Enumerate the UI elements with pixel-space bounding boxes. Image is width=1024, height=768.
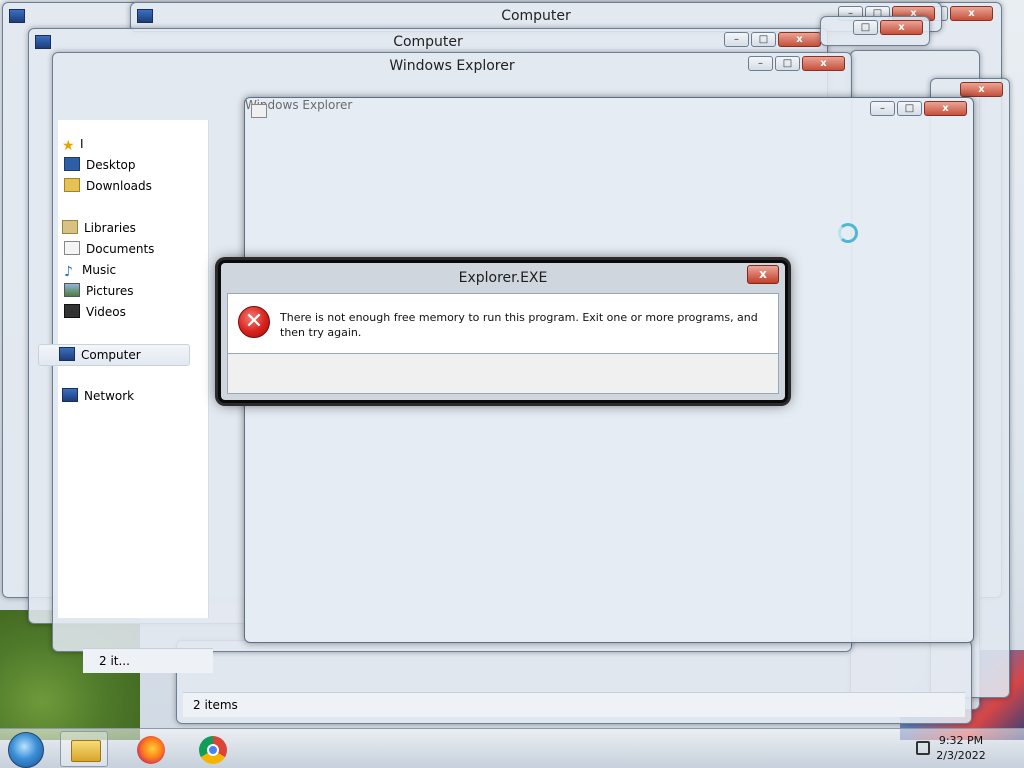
network-icon [62, 388, 78, 402]
clock-date: 2/3/2022 [936, 749, 986, 762]
star-icon: ★ [62, 138, 75, 154]
chrome-icon [199, 736, 227, 764]
status-bar: 2 it... [83, 648, 213, 673]
nav-item-pictures[interactable]: Pictures [64, 281, 134, 301]
firefox-icon [137, 736, 165, 764]
videos-icon [64, 304, 80, 318]
nav-item-music[interactable]: ♪ Music [64, 260, 116, 280]
close-button[interactable]: x [802, 56, 845, 71]
item-count: 2 it... [99, 654, 130, 668]
window-title: Windows Explorer [245, 98, 353, 112]
dialog-button-area [227, 353, 779, 394]
nav-label: I [80, 137, 84, 151]
item-count: 2 items [193, 698, 238, 712]
minimize-button[interactable]: – [870, 101, 895, 116]
computer-icon [59, 347, 75, 361]
taskbar-chrome-button[interactable] [188, 731, 236, 767]
nav-label: Pictures [86, 284, 134, 298]
busy-spinner-icon [838, 223, 858, 243]
nav-label: Downloads [86, 179, 152, 193]
clock-time: 9:32 PM [938, 734, 984, 747]
nav-label: Libraries [84, 221, 136, 235]
minimize-button[interactable]: – [748, 56, 773, 71]
computer-icon [9, 9, 25, 23]
status-bar: 2 items [183, 692, 965, 717]
nav-label: Desktop [86, 158, 136, 172]
error-icon: ✕ [238, 306, 270, 338]
nav-item-documents[interactable]: Documents [64, 239, 154, 259]
window-title: Windows Explorer [389, 58, 515, 74]
dialog-title: Explorer.EXE [458, 270, 548, 286]
pictures-icon [64, 283, 80, 297]
minimize-button[interactable]: – [724, 32, 749, 47]
close-button[interactable]: x [960, 82, 1003, 97]
nav-item-network[interactable]: Network [62, 386, 134, 406]
error-dialog: Explorer.EXE x ✕ There is not enough fre… [218, 260, 788, 403]
nav-item-libraries[interactable]: Libraries [62, 218, 136, 238]
nav-item-desktop[interactable]: Desktop [64, 155, 136, 175]
close-button[interactable]: x [880, 20, 923, 35]
maximize-button[interactable]: □ [897, 101, 922, 116]
maximize-button[interactable]: □ [751, 32, 776, 47]
downloads-icon [64, 178, 80, 192]
chrome-icon-center [207, 744, 219, 756]
taskbar-firefox-button[interactable] [126, 731, 174, 767]
nav-label: Computer [81, 348, 141, 362]
taskbar-explorer-button[interactable] [60, 731, 108, 767]
nav-label: Videos [86, 305, 126, 319]
music-icon: ♪ [64, 264, 73, 280]
maximize-button[interactable]: □ [853, 20, 878, 35]
dialog-close-button[interactable]: x [747, 265, 779, 284]
nav-label: Network [84, 389, 135, 403]
tray-clock[interactable]: 9:32 PM 2/3/2022 [926, 733, 996, 763]
folder-icon [71, 740, 101, 762]
maximize-button[interactable]: □ [775, 56, 800, 71]
documents-icon [64, 241, 80, 255]
ghost-window-bottom: 2 items [176, 640, 972, 724]
nav-item-downloads[interactable]: Downloads [64, 176, 152, 196]
start-button[interactable] [8, 732, 44, 768]
nav-favorites[interactable]: ★ I [62, 134, 84, 154]
nav-item-computer[interactable]: Computer [38, 344, 190, 366]
nav-label: Music [82, 263, 117, 277]
error-message: There is not enough free memory to run t… [280, 311, 758, 339]
libraries-icon [62, 220, 78, 234]
nav-item-videos[interactable]: Videos [64, 302, 126, 322]
close-button[interactable]: x [950, 6, 993, 21]
ghost-window-right-1: □ x [820, 16, 930, 46]
navigation-pane: ★ I Desktop Downloads Libraries Documents… [38, 120, 209, 618]
close-button[interactable]: x [924, 101, 967, 116]
desktop: – x Computer – □ x Computer – □ x □ x x [0, 0, 1024, 768]
close-button[interactable]: x [778, 32, 821, 47]
desktop-icon [64, 157, 80, 171]
window-icon [251, 104, 267, 118]
dialog-body: ✕ There is not enough free memory to run… [227, 293, 779, 354]
taskbar: 9:32 PM 2/3/2022 [0, 728, 1024, 768]
nav-label: Documents [86, 242, 155, 256]
